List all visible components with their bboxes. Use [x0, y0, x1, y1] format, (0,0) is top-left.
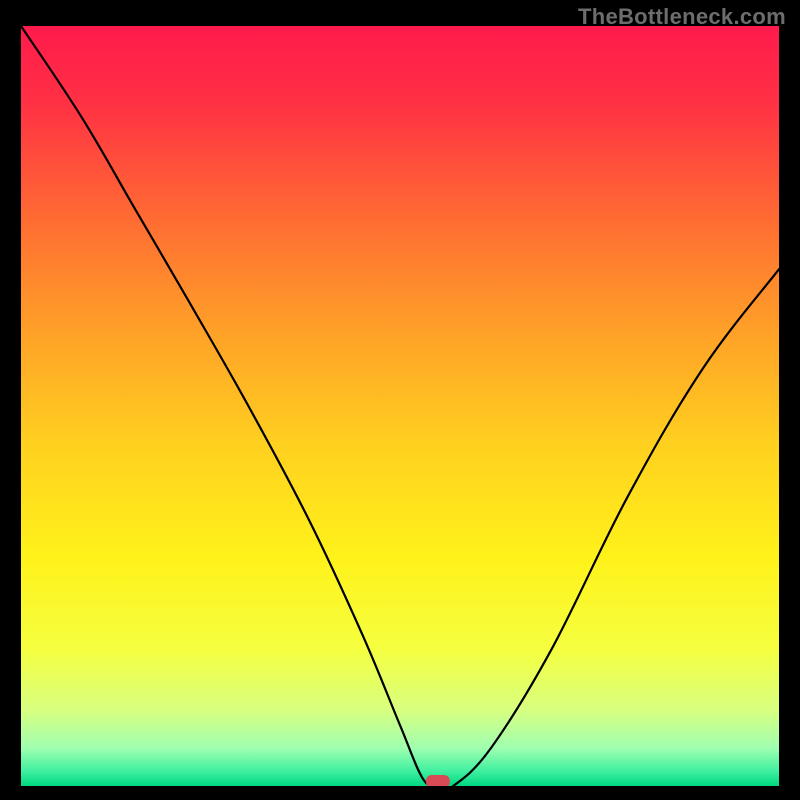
- bottleneck-chart: [21, 26, 779, 786]
- optimal-marker: [426, 775, 450, 786]
- gradient-background: [21, 26, 779, 786]
- chart-container: TheBottleneck.com: [0, 0, 800, 800]
